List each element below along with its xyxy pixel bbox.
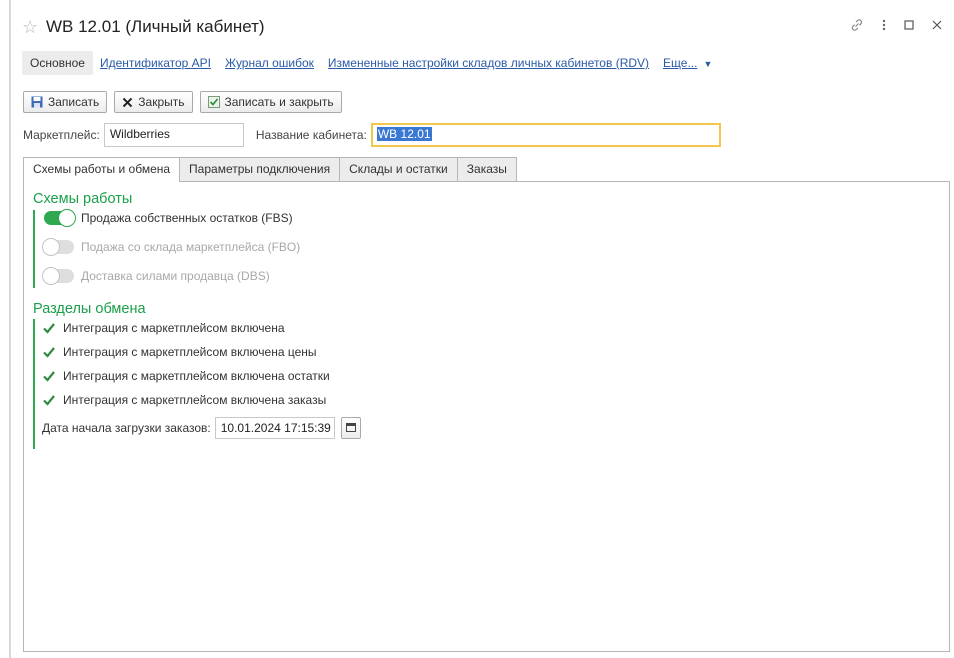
save-and-close-button[interactable]: Записать и закрыть — [199, 91, 342, 113]
marketplace-value: Wildberries — [109, 127, 170, 141]
checkbox-checked-icon[interactable] — [42, 345, 56, 359]
order-date-value: 10.01.2024 17:15:39 — [220, 421, 331, 435]
toggle-knob — [58, 209, 76, 227]
exchange-row-stock: Интеграция с маркетплейсом включена оста… — [42, 369, 330, 383]
scheme-fbo-row: Подажа со склада маркетплейса (FBO) — [42, 238, 301, 256]
exchange-label-orders: Интеграция с маркетплейсом включена зака… — [63, 393, 327, 407]
window-controls — [850, 18, 942, 32]
window-title: WB 12.01 (Личный кабинет) — [46, 17, 265, 36]
exchange-group-bar — [33, 319, 35, 449]
exchange-label-prices: Интеграция с маркетплейсом включена цены — [63, 345, 317, 359]
tab-connection[interactable]: Параметры подключения — [179, 157, 341, 181]
scheme-dbs-row: Доставка силами продавца (DBS) — [42, 267, 270, 285]
order-date-field[interactable]: 10.01.2024 17:15:39 — [214, 417, 335, 439]
chevron-down-icon: ▼ — [703, 59, 713, 69]
header-fields: Маркетплейс: Wildberries Название кабине… — [23, 122, 721, 148]
more-vertical-icon[interactable] — [882, 19, 886, 31]
tab-orders[interactable]: Заказы — [456, 157, 517, 181]
nav-more-label: Еще... — [663, 56, 698, 70]
cabinet-name-label: Название кабинета: — [255, 128, 367, 142]
close-button-label: Закрыть — [138, 95, 185, 109]
calendar-button[interactable] — [340, 417, 361, 439]
toggle-knob — [42, 238, 60, 256]
marketplace-field[interactable]: Wildberries — [103, 123, 244, 147]
exchange-title: Разделы обмена — [33, 301, 146, 317]
nav-more[interactable]: Еще... ▼ — [663, 56, 712, 70]
tab-bar: Схемы работы и обмена Параметры подключе… — [23, 157, 517, 182]
calendar-icon — [345, 421, 356, 435]
exchange-row-orders: Интеграция с маркетплейсом включена зака… — [42, 393, 326, 407]
dbs-toggle[interactable] — [42, 267, 74, 285]
fbs-toggle[interactable] — [44, 209, 76, 227]
exchange-row-main: Интеграция с маркетплейсом включена — [42, 321, 285, 335]
nav-link-rdv-settings[interactable]: Измененные настройки складов личных каби… — [328, 56, 649, 70]
x-icon — [122, 97, 133, 108]
window-left-edge — [9, 0, 11, 658]
scheme-fbs-row: Продажа собственных остатков (FBS) — [44, 209, 293, 227]
exchange-label-stock: Интеграция с маркетплейсом включена оста… — [63, 369, 330, 383]
save-button[interactable]: Записать — [23, 91, 108, 113]
exchange-row-prices: Интеграция с маркетплейсом включена цены — [42, 345, 317, 359]
tab-panel: Схемы работы Продажа собственных остатко… — [23, 181, 950, 652]
floppy-disk-icon — [31, 96, 43, 108]
toolbar: Записать Закрыть Записать и закрыть — [23, 91, 342, 113]
save-check-icon — [207, 96, 220, 108]
tab-warehouses[interactable]: Склады и остатки — [339, 157, 458, 181]
nav-link-error-log[interactable]: Журнал ошибок — [225, 56, 314, 70]
checkbox-checked-icon[interactable] — [42, 321, 56, 335]
save-and-close-label: Записать и закрыть — [224, 95, 334, 109]
dbs-label: Доставка силами продавца (DBS) — [81, 269, 270, 283]
save-button-label: Записать — [48, 95, 100, 109]
close-icon[interactable] — [932, 20, 942, 30]
form-nav: Основное Идентификатор API Журнал ошибок… — [22, 50, 712, 76]
marketplace-label: Маркетплейс: — [23, 128, 100, 142]
star-icon[interactable]: ☆ — [22, 17, 46, 38]
fbs-label: Продажа собственных остатков (FBS) — [81, 211, 293, 225]
exchange-label-main: Интеграция с маркетплейсом включена — [63, 321, 285, 335]
cabinet-name-field[interactable]: WB 12.01 — [370, 123, 721, 147]
link-icon[interactable] — [850, 18, 864, 32]
fbo-toggle[interactable] — [42, 238, 74, 256]
schemes-group-bar — [33, 210, 35, 288]
fbo-label: Подажа со склада маркетплейса (FBO) — [81, 240, 301, 254]
nav-link-api-id[interactable]: Идентификатор API — [100, 56, 211, 70]
toggle-knob — [42, 267, 60, 285]
tab-schemes[interactable]: Схемы работы и обмена — [23, 157, 181, 182]
maximize-icon[interactable] — [904, 20, 914, 30]
title-bar: ☆ WB 12.01 (Личный кабинет) — [22, 14, 942, 40]
order-date-row: Дата начала загрузки заказов: 10.01.2024… — [42, 417, 361, 439]
schemes-title: Схемы работы — [33, 191, 133, 207]
order-date-label: Дата начала загрузки заказов: — [42, 421, 211, 435]
close-button[interactable]: Закрыть — [114, 91, 193, 113]
checkbox-checked-icon[interactable] — [42, 369, 56, 383]
nav-main[interactable]: Основное — [22, 51, 93, 75]
checkbox-checked-icon[interactable] — [42, 393, 56, 407]
cabinet-name-value: WB 12.01 — [376, 127, 432, 141]
